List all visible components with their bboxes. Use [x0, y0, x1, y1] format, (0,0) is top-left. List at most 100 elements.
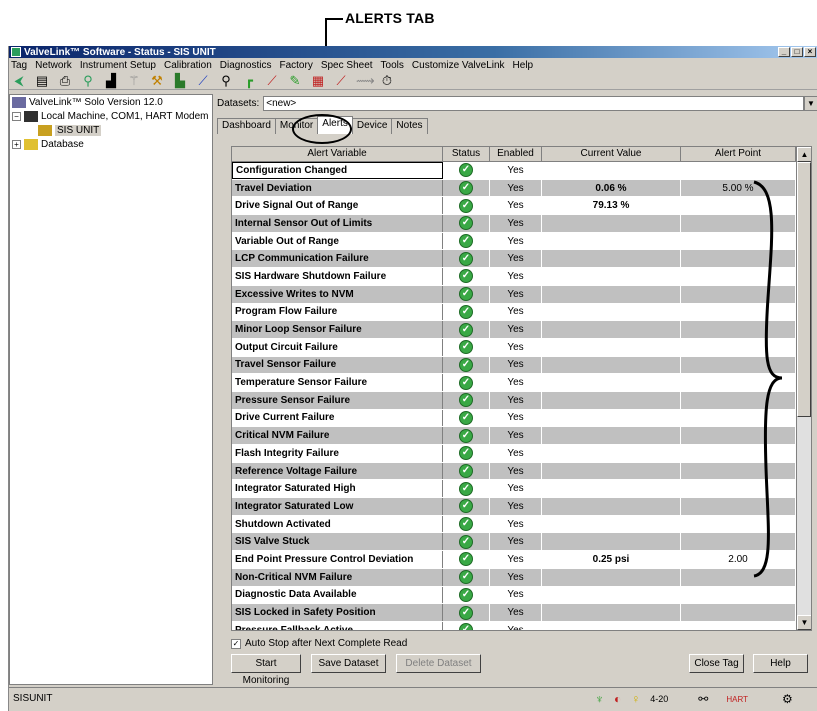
table-row[interactable]: Pressure Fallback Active ✓ Yes: [232, 621, 811, 630]
table-row[interactable]: SIS Locked in Safety Position ✓ Yes: [232, 604, 811, 622]
table-row[interactable]: Non-Critical NVM Failure ✓ Yes: [232, 568, 811, 587]
table-row[interactable]: Internal Sensor Out of Limits ✓ Yes: [232, 215, 811, 233]
datasets-label: Datasets:: [217, 97, 260, 109]
status-cell: ✓: [443, 391, 490, 409]
print-icon[interactable]: ⎙: [57, 73, 73, 89]
maximize-button[interactable]: □: [791, 47, 803, 57]
current-value-cell: 79.13 %: [542, 197, 681, 215]
scroll-thumb[interactable]: [797, 162, 811, 417]
menu-factory[interactable]: Factory: [279, 60, 312, 71]
chart-icon[interactable]: ▦: [310, 73, 326, 89]
tree-machine[interactable]: − Local Machine, COM1, HART Modem: [10, 109, 212, 123]
close-window-button[interactable]: ×: [804, 47, 816, 57]
device-icon[interactable]: ▟: [103, 73, 119, 89]
header-current-value[interactable]: Current Value: [542, 147, 681, 161]
setup-icon[interactable]: ⚒: [149, 73, 165, 89]
help-button[interactable]: Help: [753, 654, 808, 673]
table-row[interactable]: Shutdown Activated ✓ Yes: [232, 515, 811, 534]
table-row[interactable]: Drive Signal Out of Range ✓ Yes 79.13 %: [232, 197, 811, 216]
datasets-select[interactable]: <new>: [263, 95, 804, 111]
calibrate-icon[interactable]: ⟋: [264, 73, 280, 89]
current-value-cell: [542, 215, 681, 232]
expand-icon[interactable]: +: [12, 139, 21, 149]
probe-icon[interactable]: ⟋: [195, 73, 211, 89]
table-row[interactable]: SIS Hardware Shutdown Failure ✓ Yes: [232, 268, 811, 286]
header-alert-point[interactable]: Alert Point: [681, 147, 796, 161]
alerts-table: Alert Variable Status Enabled Current Va…: [231, 146, 812, 631]
table-scrollbar[interactable]: ▲ ▼: [796, 147, 811, 630]
table-row[interactable]: Minor Loop Sensor Failure ✓ Yes: [232, 321, 811, 339]
tree-database[interactable]: + Database: [10, 137, 212, 151]
enabled-cell: Yes: [490, 427, 542, 444]
table-row[interactable]: Diagnostic Data Available ✓ Yes: [232, 586, 811, 605]
table-row[interactable]: Reference Voltage Failure ✓ Yes: [232, 462, 811, 481]
table-row[interactable]: Travel Deviation ✓ Yes 0.06 % 5.00 %: [232, 179, 811, 198]
menu-diagnostics[interactable]: Diagnostics: [220, 60, 272, 71]
header-status[interactable]: Status: [443, 147, 490, 161]
table-row[interactable]: Configuration Changed ✓ Yes: [232, 162, 811, 180]
table-row[interactable]: Excessive Writes to NVM ✓ Yes: [232, 285, 811, 304]
menu-network[interactable]: Network: [35, 60, 72, 71]
enabled-cell: Yes: [490, 604, 542, 621]
close-tag-button[interactable]: Close Tag: [689, 654, 744, 673]
tree-unit[interactable]: SIS UNIT: [10, 123, 212, 137]
signature-icon[interactable]: ⟿: [356, 73, 375, 89]
scroll-up-icon[interactable]: ▲: [797, 147, 811, 162]
autostop-checkbox[interactable]: ✓: [231, 638, 241, 649]
status-icons: ♆ ◐ ♀ 4-20 ⚯ HART ⚙: [595, 692, 803, 706]
table-row[interactable]: Integrator Saturated Low ✓ Yes: [232, 498, 811, 516]
table-row[interactable]: Flash Integrity Failure ✓ Yes: [232, 445, 811, 463]
antenna-icon[interactable]: ⚚: [126, 73, 142, 89]
table-row[interactable]: SIS Valve Stuck ✓ Yes: [232, 533, 811, 552]
save-dataset-button[interactable]: Save Dataset: [311, 654, 386, 673]
step-icon[interactable]: ┏: [241, 73, 257, 89]
table-row[interactable]: Critical NVM Failure ✓ Yes: [232, 427, 811, 445]
start-monitoring-button[interactable]: Start Monitoring: [231, 654, 301, 686]
delete-dataset-button[interactable]: Delete Dataset: [396, 654, 481, 673]
table-row[interactable]: Temperature Sensor Failure ✓ Yes: [232, 374, 811, 392]
menu-tools[interactable]: Tools: [381, 60, 404, 71]
table-row[interactable]: Pressure Sensor Failure ✓ Yes: [232, 391, 811, 410]
current-value-cell: [542, 515, 681, 533]
menu-spec-sheet[interactable]: Spec Sheet: [321, 60, 373, 71]
tune-icon[interactable]: ✎: [287, 73, 303, 89]
chevron-down-icon[interactable]: ▼: [804, 95, 817, 111]
ok-status-icon: ✓: [459, 446, 473, 461]
current-value-cell: [542, 533, 681, 551]
menu-help[interactable]: Help: [513, 60, 534, 71]
scroll-down-icon[interactable]: ▼: [797, 615, 811, 630]
tab-dashboard[interactable]: Dashboard: [217, 118, 276, 134]
table-row[interactable]: LCP Communication Failure ✓ Yes: [232, 250, 811, 269]
open-icon[interactable]: ⮜: [11, 73, 27, 89]
header-alert-variable[interactable]: Alert Variable: [232, 147, 443, 161]
status-cell: ✓: [443, 551, 490, 568]
search-icon[interactable]: ⚲: [218, 73, 234, 89]
building-icon[interactable]: ▙: [172, 73, 188, 89]
table-row[interactable]: Travel Sensor Failure ✓ Yes: [232, 356, 811, 375]
table-row[interactable]: Program Flow Failure ✓ Yes: [232, 303, 811, 322]
new-icon[interactable]: ▤: [34, 73, 50, 89]
collapse-icon[interactable]: −: [12, 111, 21, 121]
minimize-button[interactable]: _: [778, 47, 790, 57]
settings-icon[interactable]: ⚙: [782, 692, 793, 706]
header-enabled[interactable]: Enabled: [490, 147, 542, 161]
valve-icon: [38, 124, 52, 136]
menu-instrument-setup[interactable]: Instrument Setup: [80, 60, 156, 71]
current-value-cell: [542, 427, 681, 444]
network-icon[interactable]: ⚲: [80, 73, 96, 89]
tab-device[interactable]: Device: [351, 118, 393, 134]
tab-notes[interactable]: Notes: [391, 118, 428, 134]
status-cell: ✓: [443, 162, 490, 179]
table-row[interactable]: Integrator Saturated High ✓ Yes: [232, 480, 811, 499]
alert-variable-cell: Integrator Saturated High: [232, 480, 443, 498]
tree-root[interactable]: ValveLink™ Solo Version 12.0: [10, 95, 212, 109]
timer-icon[interactable]: ⏱: [379, 73, 395, 89]
menu-calibration[interactable]: Calibration: [164, 60, 212, 71]
table-row[interactable]: Drive Current Failure ✓ Yes: [232, 409, 811, 428]
menu-customize[interactable]: Customize ValveLink: [412, 60, 505, 71]
table-row[interactable]: Variable Out of Range ✓ Yes: [232, 232, 811, 251]
table-row[interactable]: End Point Pressure Control Deviation ✓ Yes…: [232, 551, 811, 569]
table-row[interactable]: Output Circuit Failure ✓ Yes: [232, 338, 811, 357]
ramp-icon[interactable]: ⟋: [333, 73, 349, 89]
menu-tag[interactable]: Tag: [11, 60, 27, 71]
